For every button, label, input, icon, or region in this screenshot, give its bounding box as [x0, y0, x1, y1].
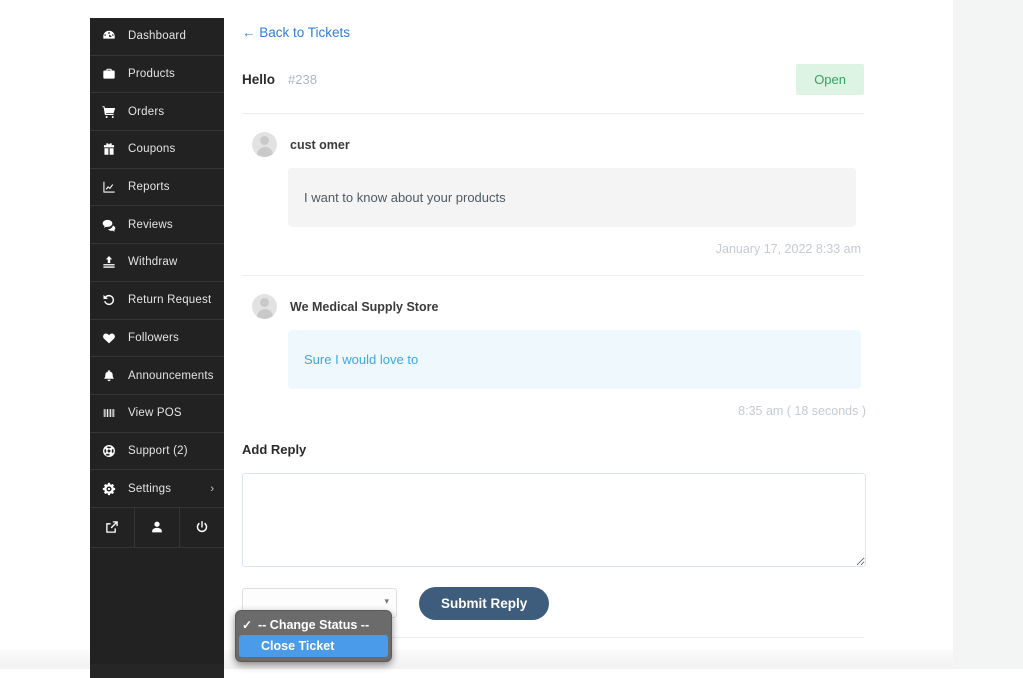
- message-author: We Medical Supply Store: [290, 299, 439, 314]
- sidebar-footer-icons: [90, 507, 224, 548]
- sidebar-item-label: Withdraw: [128, 256, 178, 269]
- external-link-button[interactable]: [90, 507, 135, 547]
- sidebar-item-announcements[interactable]: Announcements: [90, 357, 224, 395]
- bell-icon: [90, 369, 128, 383]
- sidebar-item-label: Settings: [128, 482, 172, 495]
- check-icon: ✓: [242, 617, 253, 632]
- sidebar-empty-area: [90, 547, 224, 664]
- sidebar-item-orders[interactable]: Orders: [90, 93, 224, 132]
- message-timestamp: 8:35 am ( 18 seconds ): [738, 404, 866, 418]
- message-body: Sure I would love to: [288, 330, 861, 389]
- message-header: We Medical Supply Store: [242, 294, 953, 319]
- gauge-icon: [90, 29, 128, 43]
- sidebar: Dashboard Products Orders Coupons Report…: [90, 18, 224, 678]
- sidebar-item-label: Return Request: [128, 294, 212, 307]
- sidebar-item-settings[interactable]: Settings ›: [90, 470, 224, 508]
- dropdown-option-close-ticket[interactable]: Close Ticket: [239, 635, 388, 657]
- ticket-title: Hello: [242, 72, 276, 87]
- chevron-right-icon: ›: [210, 482, 214, 495]
- sidebar-item-dashboard[interactable]: Dashboard: [90, 18, 224, 56]
- sidebar-item-followers[interactable]: Followers: [90, 320, 224, 358]
- reply-textarea[interactable]: [242, 473, 866, 567]
- sidebar-item-return-request[interactable]: Return Request: [90, 282, 224, 320]
- user-profile-button[interactable]: [135, 507, 180, 547]
- dropdown-option-label: Close Ticket: [261, 639, 335, 653]
- status-badge: Open: [796, 64, 864, 95]
- sidebar-item-support[interactable]: Support (2): [90, 433, 224, 471]
- add-reply-label: Add Reply: [242, 442, 307, 457]
- sidebar-item-reports[interactable]: Reports: [90, 169, 224, 207]
- comment-icon: [90, 218, 128, 232]
- heart-icon: [90, 331, 128, 345]
- barcode-icon: [90, 406, 128, 420]
- sidebar-bottom-strip: [90, 663, 224, 678]
- sidebar-item-view-pos[interactable]: View POS: [90, 395, 224, 433]
- submit-reply-button[interactable]: Submit Reply: [419, 586, 550, 620]
- sidebar-item-label: Reviews: [128, 218, 173, 231]
- gear-icon: [90, 482, 128, 496]
- avatar: [252, 132, 277, 157]
- gift-icon: [90, 142, 128, 156]
- ticket-header: Hello #238 Open: [242, 64, 864, 114]
- message-header: cust omer: [242, 132, 953, 157]
- sidebar-item-label: Reports: [128, 181, 170, 194]
- dropdown-option-change-status[interactable]: ✓ -- Change Status --: [236, 614, 391, 635]
- sidebar-item-label: Products: [128, 68, 175, 81]
- lifering-icon: [90, 444, 128, 458]
- sidebar-item-label: Announcements: [128, 369, 214, 382]
- user-icon: [150, 520, 164, 534]
- chevron-down-icon: ▾: [384, 596, 389, 606]
- sidebar-item-label: Orders: [128, 105, 165, 118]
- sidebar-item-label: Dashboard: [128, 30, 187, 43]
- undo-icon: [90, 293, 128, 307]
- message-timestamp: January 17, 2022 8:33 am: [715, 242, 861, 256]
- sidebar-item-label: View POS: [128, 407, 182, 420]
- back-to-tickets-link[interactable]: ← Back to Tickets: [242, 25, 350, 40]
- sidebar-item-label: Coupons: [128, 143, 176, 156]
- power-icon: [195, 520, 209, 534]
- sidebar-item-label: Followers: [128, 331, 180, 344]
- message-customer: cust omer I want to know about your prod…: [242, 114, 953, 256]
- sidebar-item-label: Support (2): [128, 444, 188, 457]
- main-content: ← Back to Tickets Hello #238 Open cust o…: [242, 18, 953, 638]
- sidebar-item-products[interactable]: Products: [90, 56, 224, 94]
- logout-button[interactable]: [180, 508, 224, 547]
- sidebar-item-withdraw[interactable]: Withdraw: [90, 244, 224, 282]
- message-vendor: We Medical Supply Store Sure I would lov…: [242, 276, 953, 418]
- chart-icon: [90, 180, 128, 194]
- sidebar-item-coupons[interactable]: Coupons: [90, 131, 224, 169]
- ticket-number: #238: [288, 72, 317, 87]
- avatar: [252, 294, 277, 319]
- sidebar-item-reviews[interactable]: Reviews: [90, 206, 224, 245]
- change-status-dropdown-popup[interactable]: ✓ -- Change Status -- Close Ticket: [235, 610, 392, 662]
- briefcase-icon: [90, 67, 128, 81]
- message-body: I want to know about your products: [288, 168, 856, 227]
- dropdown-option-label: -- Change Status --: [258, 617, 370, 632]
- page-right-gutter: [953, 0, 1023, 669]
- message-author: cust omer: [290, 137, 350, 152]
- external-link-icon: [105, 520, 119, 534]
- cart-icon: [90, 105, 128, 119]
- upload-icon: [90, 255, 128, 269]
